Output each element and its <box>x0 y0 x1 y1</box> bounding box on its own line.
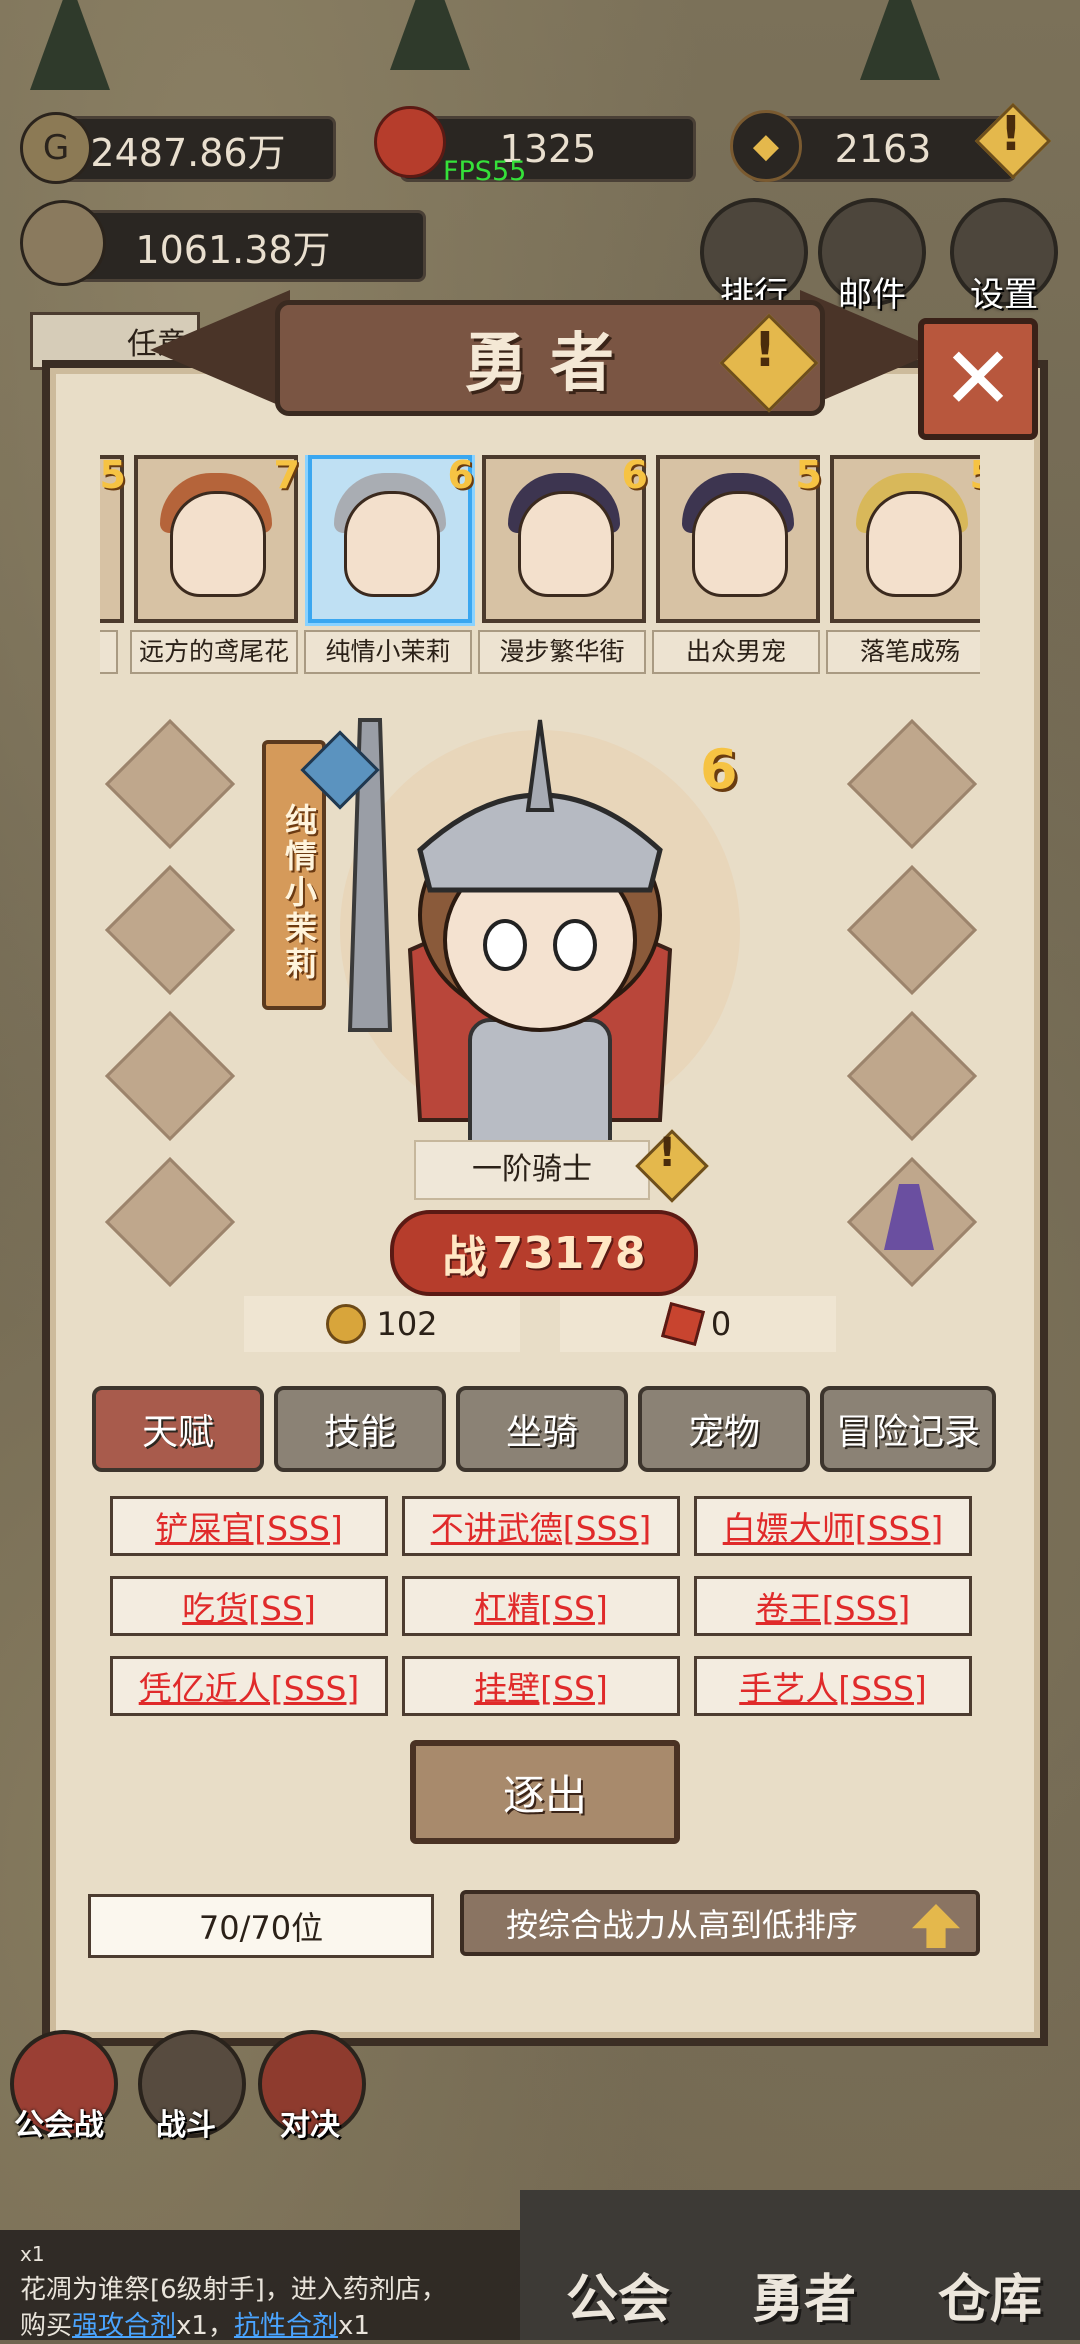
talent-item[interactable]: 不讲武德[SSS] <box>402 1496 680 1556</box>
talent-item[interactable]: 杠精[SS] <box>402 1576 680 1636</box>
duel-label[interactable]: 对决 <box>280 2100 340 2144</box>
hero-card[interactable]: 5 <box>656 455 822 623</box>
gold-coin-icon <box>326 1304 367 1344</box>
hero-rank: 一阶骑士 <box>414 1140 650 1200</box>
hero-power-badge: 战 73178 <box>390 1210 698 1296</box>
event-log: x1 花凋为谁祭[6级射手]，进入药剂店， 购买强攻合剂x1，抗性合剂x1 <box>0 2230 520 2341</box>
tab-mount[interactable]: 坐骑 <box>456 1386 628 1472</box>
tab-skill[interactable]: 技能 <box>274 1386 446 1472</box>
expel-button[interactable]: 逐出 <box>410 1740 680 1844</box>
banner-wing-left <box>150 290 290 410</box>
hero-card-name: 落笔成殇 <box>826 630 980 674</box>
talent-item[interactable]: 手艺人[SSS] <box>694 1656 972 1716</box>
tab-adventure-log[interactable]: 冒险记录 <box>820 1386 996 1472</box>
nav-heroes[interactable]: 勇者 <box>752 2257 856 2332</box>
tab-talent[interactable]: 天赋 <box>92 1386 264 1472</box>
log-multiplier: x1 <box>20 2242 45 2266</box>
tab-pet[interactable]: 宠物 <box>638 1386 810 1472</box>
talent-item[interactable]: 凭亿近人[SSS] <box>110 1656 388 1716</box>
nav-warehouse[interactable]: 仓库 <box>938 2257 1042 2332</box>
guild-war-label[interactable]: 公会战 <box>14 2100 104 2144</box>
hero-card-name: 伤 <box>100 630 118 674</box>
settings-button[interactable]: 设置 <box>950 198 1058 315</box>
log-item-link[interactable]: 抗性合剂 <box>234 2311 338 2341</box>
hero-face <box>866 491 962 597</box>
hero-card[interactable]: 7 <box>134 455 300 623</box>
hero-card-name: 远方的鸢尾花 <box>130 630 298 674</box>
exclamation-mark-icon: ! <box>1000 106 1022 162</box>
ticket-cost: 0 <box>560 1296 836 1352</box>
hero-card[interactable]: 6 <box>482 455 648 623</box>
arrow-up-icon <box>912 1904 960 1948</box>
hero-card-name: 纯情小茉莉 <box>304 630 472 674</box>
sort-button[interactable]: 按综合战力从高到低排序 <box>460 1890 980 1956</box>
fps-counter: FPS55 <box>443 156 527 187</box>
nav-guild[interactable]: 公会 <box>566 2257 670 2332</box>
hero-face <box>344 491 440 597</box>
crown-shield-icon <box>20 200 106 286</box>
hero-card-name: 漫步繁华街 <box>478 630 646 674</box>
hero-face <box>692 491 788 597</box>
crystal-icon: ◆ <box>730 110 802 182</box>
hero-face <box>518 491 614 597</box>
close-button[interactable]: ✕ <box>918 318 1038 440</box>
tree-decoration <box>30 0 110 90</box>
talent-item[interactable]: 卷王[SSS] <box>694 1576 972 1636</box>
talent-item[interactable]: 吃货[SS] <box>110 1576 388 1636</box>
close-icon: ✕ <box>941 329 1015 429</box>
hero-card[interactable]: 5 <box>830 455 980 623</box>
tree-decoration <box>860 0 940 80</box>
talent-item[interactable]: 铲屎官[SSS] <box>110 1496 388 1556</box>
talent-item[interactable]: 挂壁[SS] <box>402 1656 680 1716</box>
log-line: 购买强攻合剂x1，抗性合剂x1 <box>20 2311 370 2341</box>
hero-card-selected[interactable]: 6 <box>308 455 474 623</box>
exclamation-mark-icon: ! <box>754 322 776 378</box>
talent-item[interactable]: 白嫖大师[SSS] <box>694 1496 972 1556</box>
hero-card-name: 出众男宠 <box>652 630 820 674</box>
exclamation-mark-icon: ! <box>658 1130 677 1176</box>
hero-capacity: 70/70位 <box>88 1894 434 1958</box>
panel-title: 勇者 <box>464 326 636 401</box>
log-line: 花凋为谁祭[6级射手]，进入药剂店， <box>20 2275 447 2305</box>
hero-card[interactable]: 5 <box>100 455 126 623</box>
gold-coin-icon: G <box>20 112 92 184</box>
hero-card-list[interactable]: 5 伤 7 远方的鸢尾花 6 纯情小茉莉 6 漫步繁华街 5 出众男宠 5 落笔… <box>100 455 980 675</box>
tree-decoration <box>390 0 470 70</box>
hero-face <box>170 491 266 597</box>
shield-medal-icon <box>374 106 446 178</box>
ranking-button[interactable]: 排行 <box>700 198 808 315</box>
hero-level-badge: 6 <box>700 738 738 801</box>
log-item-link[interactable]: 强攻合剂 <box>72 2311 176 2341</box>
ticket-icon <box>660 1301 705 1347</box>
gold-cost: 102 <box>244 1296 520 1352</box>
battle-label[interactable]: 战斗 <box>156 2100 216 2144</box>
